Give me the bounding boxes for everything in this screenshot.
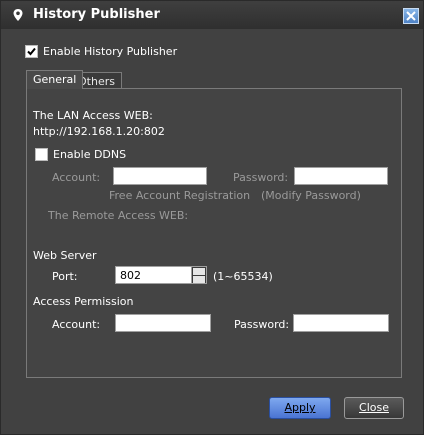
checkmark-icon (27, 47, 36, 56)
enable-ddns-checkbox[interactable] (35, 148, 48, 161)
ddns-password-label: Password: (233, 171, 289, 184)
lan-access-url: http://192.168.1.20:802 (33, 125, 165, 138)
access-account-field[interactable] (115, 314, 211, 332)
access-password-field[interactable] (293, 314, 389, 332)
spinner-down-icon[interactable] (193, 276, 205, 283)
window-title: History Publisher (33, 7, 160, 22)
access-password-label: Password: (234, 318, 290, 331)
tab-others-label: Others (78, 75, 115, 88)
close-window-button[interactable] (403, 8, 419, 24)
remote-access-label: The Remote Access WEB: (48, 209, 189, 222)
close-button[interactable]: Close (344, 397, 404, 419)
port-field[interactable] (115, 266, 192, 284)
apply-button[interactable]: Apply (269, 397, 331, 419)
port-spinner[interactable] (191, 266, 207, 284)
free-account-registration-link[interactable]: Free Account Registration (109, 189, 250, 202)
tab-general-label: General (33, 73, 77, 86)
enable-history-publisher-checkbox[interactable] (25, 45, 38, 58)
modify-password-link[interactable]: (Modify Password) (261, 189, 361, 202)
access-permission-heading: Access Permission (33, 295, 134, 308)
enable-ddns-label: Enable DDNS (53, 148, 127, 161)
history-publisher-window: History Publisher Enable History Publish… (0, 0, 424, 435)
port-label: Port: (52, 270, 78, 283)
ddns-account-label: Account: (52, 171, 101, 184)
port-range-hint: (1~65534) (213, 270, 273, 283)
title-bar: History Publisher (1, 1, 423, 29)
location-pin-icon (13, 9, 23, 21)
access-account-label: Account: (52, 318, 101, 331)
close-button-label: Close (359, 401, 389, 414)
close-x-icon (406, 11, 416, 21)
spinner-up-icon[interactable] (193, 268, 205, 275)
ddns-account-field[interactable] (113, 167, 207, 185)
tab-general[interactable]: General (26, 70, 84, 89)
ddns-password-field[interactable] (294, 167, 388, 185)
apply-button-label: Apply (284, 401, 316, 414)
lan-access-label: The LAN Access WEB: (33, 109, 153, 122)
web-server-heading: Web Server (33, 249, 97, 262)
enable-history-publisher-label: Enable History Publisher (43, 45, 178, 58)
